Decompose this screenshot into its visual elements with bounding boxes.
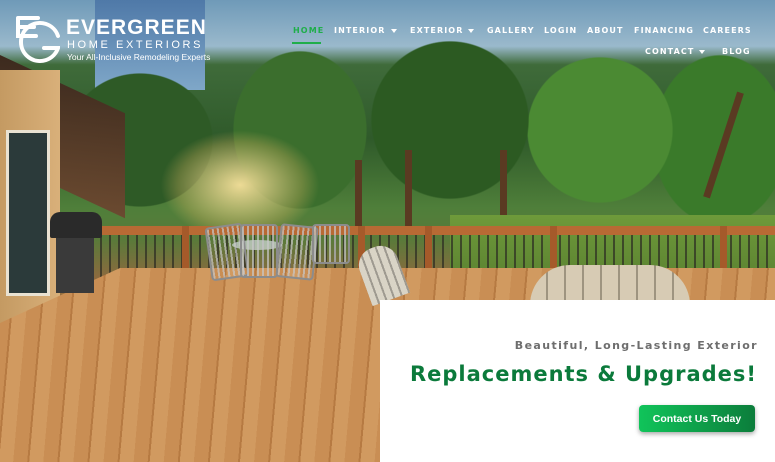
nav-item-contact[interactable]: CONTACT <box>645 47 706 56</box>
nav-item-financing[interactable]: FINANCING <box>634 26 694 35</box>
contact-us-button[interactable]: Contact Us Today <box>639 405 755 432</box>
chevron-down-icon <box>390 28 397 33</box>
tree-trunk <box>405 150 412 230</box>
nav-item-about[interactable]: ABOUT <box>587 26 624 35</box>
eg-monogram-icon <box>16 16 60 63</box>
nav-item-home[interactable]: HOME <box>293 26 324 35</box>
chevron-down-icon <box>699 49 706 54</box>
nav-item-login[interactable]: LOGIN <box>544 26 577 35</box>
adirondack-chair <box>530 265 690 305</box>
hero-title: Replacements & Upgrades! <box>409 362 757 386</box>
nav-active-indicator <box>292 42 321 44</box>
tree-trunk <box>355 160 362 230</box>
patio-chair <box>312 224 350 264</box>
nav-item-gallery[interactable]: GALLERY <box>487 26 535 35</box>
house-window <box>6 130 50 296</box>
chevron-down-icon <box>468 28 475 33</box>
nav-item-careers[interactable]: CAREERS <box>703 26 752 35</box>
patio-chair <box>240 224 278 278</box>
brand-tagline: Your All-Inclusive Remodeling Experts <box>67 52 211 62</box>
grill <box>50 212 102 293</box>
nav-item-interior[interactable]: INTERIOR <box>334 26 397 35</box>
site-logo[interactable]: EVERGREEN HOME EXTERIORS Your All-Inclus… <box>14 14 214 64</box>
brand-subtitle: HOME EXTERIORS <box>67 39 204 51</box>
nav-item-exterior[interactable]: EXTERIOR <box>410 26 475 35</box>
brand-name: EVERGREEN <box>66 16 207 39</box>
hero-card: Beautiful, Long-Lasting Exterior Replace… <box>380 300 775 462</box>
nav-item-blog[interactable]: BLOG <box>722 47 751 56</box>
hero-kicker: Beautiful, Long-Lasting Exterior <box>514 339 758 352</box>
